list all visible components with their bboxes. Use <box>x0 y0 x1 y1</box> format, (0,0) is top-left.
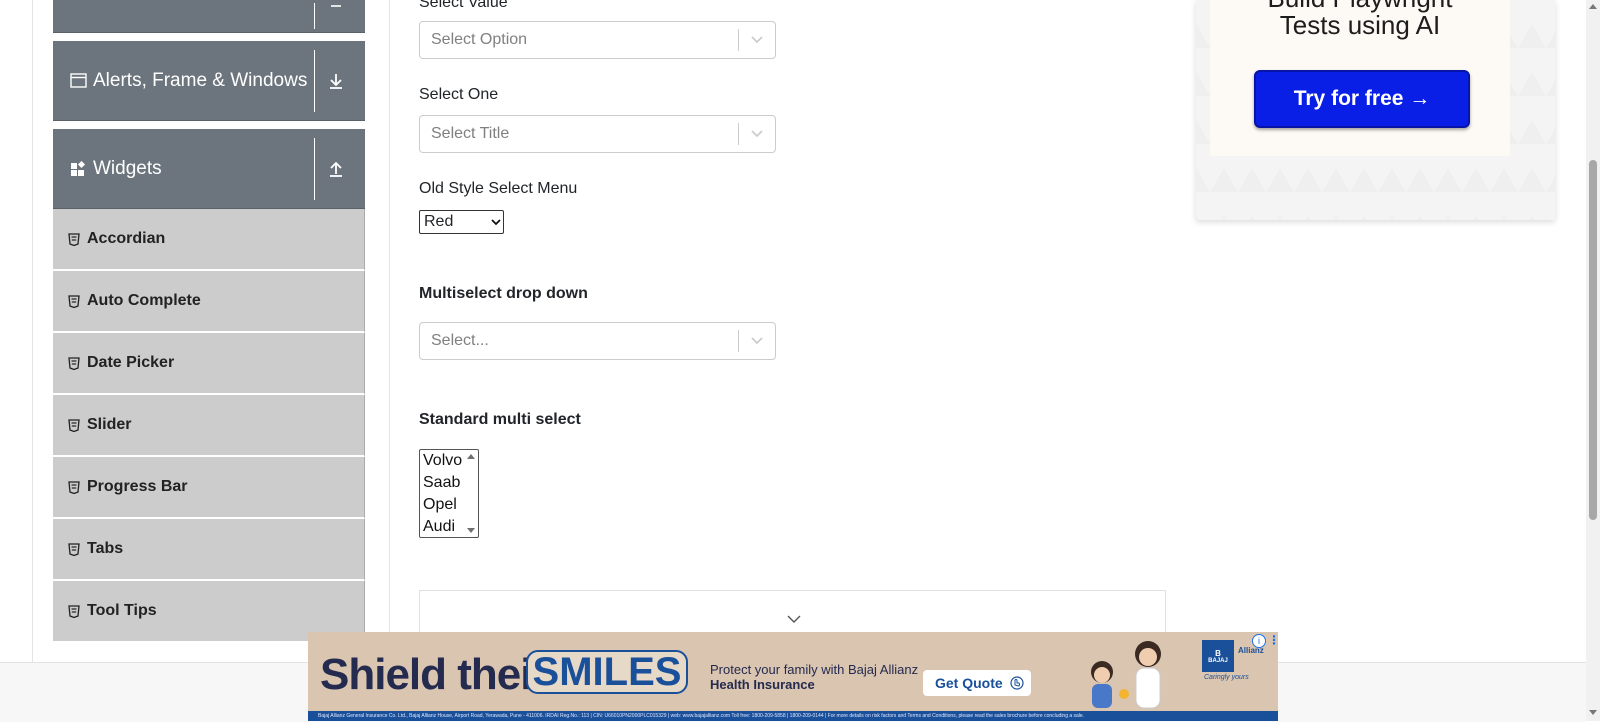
ad-text-line2: Health Insurance <box>710 677 815 692</box>
ad-info-icon[interactable]: i <box>1252 634 1266 648</box>
brand-mark: B <box>1215 648 1221 658</box>
sidebar-item-label: Tool Tips <box>87 602 157 619</box>
scroll-up-arrow-icon[interactable] <box>1589 3 1597 9</box>
book-icon <box>69 7 87 25</box>
sidebar-item-label: Auto Complete <box>87 292 201 309</box>
ad-card: Build Playwright Tests using AI Try for … <box>1210 0 1510 156</box>
sidebar-item-label: Accordian <box>87 230 166 247</box>
content-divider <box>389 0 390 662</box>
sidebar-item-label: Date Picker <box>87 354 175 371</box>
select-value-placeholder: Select Option <box>431 31 528 48</box>
page-left-border <box>32 0 33 662</box>
standard-multi-select[interactable]: Volvo Saab Opel Audi <box>419 449 479 538</box>
scroll-down-arrow-icon[interactable] <box>1589 710 1597 716</box>
scrollbar-thumb[interactable] <box>1589 160 1597 520</box>
hand-pointer-icon <box>1010 676 1024 690</box>
ad-menu-icon[interactable]: ⋮ <box>1268 633 1278 647</box>
html5-icon <box>68 604 80 618</box>
sidebar-item-date-picker[interactable]: Date Picker <box>53 333 365 395</box>
sidebar-widgets-list: Accordian Auto Complete Date Picker Slid… <box>53 209 365 643</box>
select-one-placeholder: Select Title <box>431 125 510 142</box>
ad-title-line2: Tests using AI <box>1279 10 1441 40</box>
chevron-down-icon[interactable] <box>786 611 802 629</box>
sidebar-item-label: Progress Bar <box>87 478 188 495</box>
sidebar-item-progress-bar[interactable]: Progress Bar <box>53 457 365 519</box>
chevron-down-icon[interactable] <box>739 323 775 359</box>
try-for-free-button[interactable]: Try for free → <box>1254 70 1470 128</box>
old-style-select-value: Red <box>424 213 454 230</box>
html5-icon <box>68 232 80 246</box>
sidebar-item-slider[interactable]: Slider <box>53 395 365 457</box>
listbox-scrollbar[interactable] <box>464 450 478 537</box>
html5-icon <box>68 418 80 432</box>
bajaj-logo: B BAJAJ <box>1202 640 1234 672</box>
download-arrow-icon[interactable] <box>314 49 357 112</box>
select-value-label: Select Value <box>419 0 508 11</box>
sidebar-group-widgets[interactable]: Widgets <box>53 129 365 209</box>
select-value-dropdown[interactable]: Select Option <box>419 21 776 59</box>
sidebar-group-label: Widgets <box>93 157 162 179</box>
sidebar-item-tabs[interactable]: Tabs <box>53 519 365 581</box>
old-style-select-label: Old Style Select Menu <box>419 180 578 197</box>
sidebar-group-book-store[interactable] <box>53 0 365 33</box>
bajaj-allianz-ad[interactable]: Shield their SMILES Protect your family … <box>308 632 1278 721</box>
playwright-ad[interactable]: Build Playwright Tests using AI Try for … <box>1196 0 1555 220</box>
multiselect-label: Multiselect drop down <box>419 285 588 302</box>
select-one-label: Select One <box>419 86 499 103</box>
family-illustration-icon <box>1091 641 1161 709</box>
multiselect-placeholder: Select... <box>431 332 489 349</box>
html5-icon <box>68 542 80 556</box>
ad-text-line1: Protect your family with Bajaj Allianz <box>710 662 919 677</box>
select-one-dropdown[interactable]: Select Title <box>419 115 776 153</box>
get-quote-button[interactable]: Get Quote <box>923 670 1031 696</box>
sidebar-item-label: Slider <box>87 416 132 433</box>
get-quote-label: Get Quote <box>935 675 1003 691</box>
upload-arrow-icon[interactable] <box>314 137 357 200</box>
ad-highlight: SMILES <box>526 650 688 694</box>
old-style-select-menu[interactable]: Red <box>419 210 504 234</box>
sidebar-group-label: Alerts, Frame & Windows <box>93 69 308 91</box>
window-icon <box>69 72 87 90</box>
sidebar-item-auto-complete[interactable]: Auto Complete <box>53 271 365 333</box>
sidebar-group-alerts-frame-windows[interactable]: Alerts, Frame & Windows <box>53 41 365 121</box>
brand-name: BAJAJ <box>1208 657 1228 664</box>
collapse-icon[interactable] <box>314 3 357 29</box>
sidebar-item-accordian[interactable]: Accordian <box>53 209 365 271</box>
sidebar-item-label: Tabs <box>87 540 124 557</box>
widgets-icon <box>69 160 87 178</box>
ad-description: Protect your family with Bajaj Allianz H… <box>710 662 918 692</box>
chevron-down-icon[interactable] <box>739 22 775 58</box>
chevron-down-icon[interactable] <box>739 116 775 152</box>
html5-icon <box>68 294 80 308</box>
chevron-down-icon <box>489 218 503 226</box>
html5-icon <box>68 356 80 370</box>
standard-multi-select-label: Standard multi select <box>419 411 581 428</box>
multiselect-dropdown[interactable]: Select... <box>419 322 776 360</box>
html5-icon <box>68 480 80 494</box>
ad-headline: Shield their <box>320 650 549 699</box>
ad-fine-print: Bajaj Allianz General Insurance Co. Ltd.… <box>308 711 1278 721</box>
ad-tagline: Caringly yours <box>1204 674 1249 681</box>
